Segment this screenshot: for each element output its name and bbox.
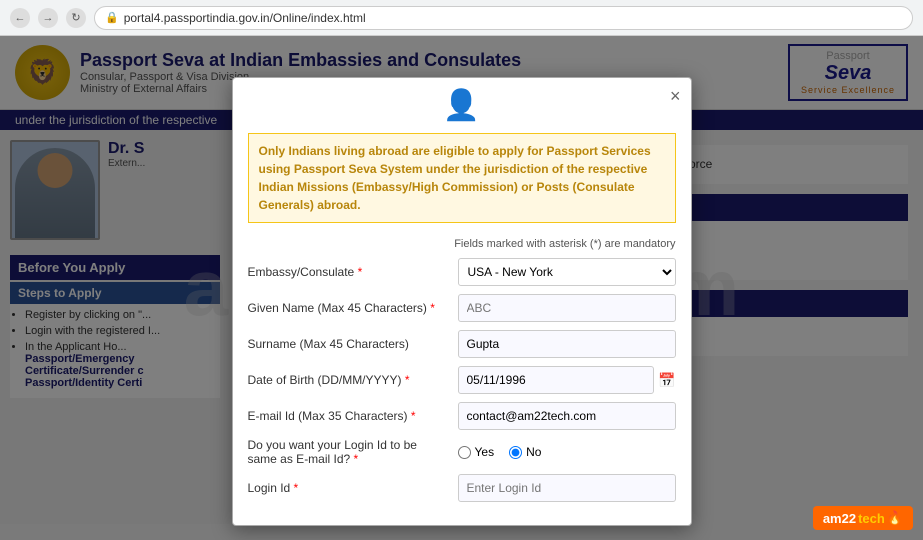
mandatory-note: Fields marked with asterisk (*) are mand… bbox=[248, 238, 676, 250]
fire-icon: 🔥 bbox=[887, 510, 903, 526]
tech-text: tech bbox=[858, 511, 885, 526]
email-input[interactable] bbox=[458, 402, 676, 430]
required-marker: * bbox=[411, 409, 416, 423]
email-row: E-mail Id (Max 35 Characters) * bbox=[248, 402, 676, 430]
am22-text: am22 bbox=[823, 511, 856, 526]
given-name-label: Given Name (Max 45 Characters) * bbox=[248, 301, 448, 315]
radio-group: Yes No bbox=[458, 445, 542, 459]
login-id-input[interactable] bbox=[458, 474, 676, 502]
calendar-icon: 📅 bbox=[658, 372, 675, 389]
given-name-row: Given Name (Max 45 Characters) * bbox=[248, 294, 676, 322]
modal-body: Fields marked with asterisk (*) are mand… bbox=[233, 233, 691, 525]
required-marker: * bbox=[294, 481, 299, 495]
modal-alert-text: Only Indians living abroad are eligible … bbox=[248, 133, 676, 223]
embassy-row: Embassy/Consulate * USA - New YorkUSA - … bbox=[248, 258, 676, 286]
surname-input[interactable] bbox=[458, 330, 676, 358]
given-name-input[interactable] bbox=[458, 294, 676, 322]
dob-row: Date of Birth (DD/MM/YYYY) * 📅 bbox=[248, 366, 676, 394]
login-id-label: Login Id * bbox=[248, 481, 448, 495]
dob-label: Date of Birth (DD/MM/YYYY) * bbox=[248, 373, 448, 387]
required-marker: * bbox=[358, 265, 363, 279]
radio-no-label[interactable]: No bbox=[509, 445, 541, 459]
required-marker: * bbox=[354, 452, 359, 466]
page-background: 🦁 Passport Seva at Indian Embassies and … bbox=[0, 36, 923, 540]
required-marker: * bbox=[405, 373, 410, 387]
modal-header: 👤 × bbox=[233, 78, 691, 133]
surname-row: Surname (Max 45 Characters) bbox=[248, 330, 676, 358]
radio-yes[interactable] bbox=[458, 446, 471, 459]
user-icon: 👤 bbox=[248, 88, 676, 123]
dob-input[interactable] bbox=[458, 366, 655, 394]
modal-close-button[interactable]: × bbox=[670, 86, 681, 107]
browser-chrome: ← → ↻ 🔒 portal4.passportindia.gov.in/Onl… bbox=[0, 0, 923, 36]
address-bar[interactable]: 🔒 portal4.passportindia.gov.in/Online/in… bbox=[94, 6, 913, 30]
embassy-label: Embassy/Consulate * bbox=[248, 265, 448, 279]
login-id-row: Login Id * bbox=[248, 474, 676, 502]
required-marker: * bbox=[430, 301, 435, 315]
embassy-select[interactable]: USA - New YorkUSA - San FranciscoUSA - H… bbox=[458, 258, 676, 286]
lock-icon: 🔒 bbox=[105, 11, 119, 24]
same-email-row: Do you want your Login Id to be same as … bbox=[248, 438, 676, 466]
registration-modal: 👤 × Only Indians living abroad are eligi… bbox=[232, 77, 692, 526]
refresh-button[interactable]: ↻ bbox=[66, 8, 86, 28]
radio-yes-label[interactable]: Yes bbox=[458, 445, 495, 459]
same-email-label: Do you want your Login Id to be same as … bbox=[248, 438, 448, 466]
email-label: E-mail Id (Max 35 Characters) * bbox=[248, 409, 448, 423]
forward-button[interactable]: → bbox=[38, 8, 58, 28]
url-text: portal4.passportindia.gov.in/Online/inde… bbox=[124, 11, 366, 25]
modal-overlay: 👤 × Only Indians living abroad are eligi… bbox=[0, 36, 923, 540]
back-button[interactable]: ← bbox=[10, 8, 30, 28]
radio-no[interactable] bbox=[509, 446, 522, 459]
am22tech-badge: am22tech 🔥 bbox=[813, 506, 913, 530]
surname-label: Surname (Max 45 Characters) bbox=[248, 337, 448, 351]
